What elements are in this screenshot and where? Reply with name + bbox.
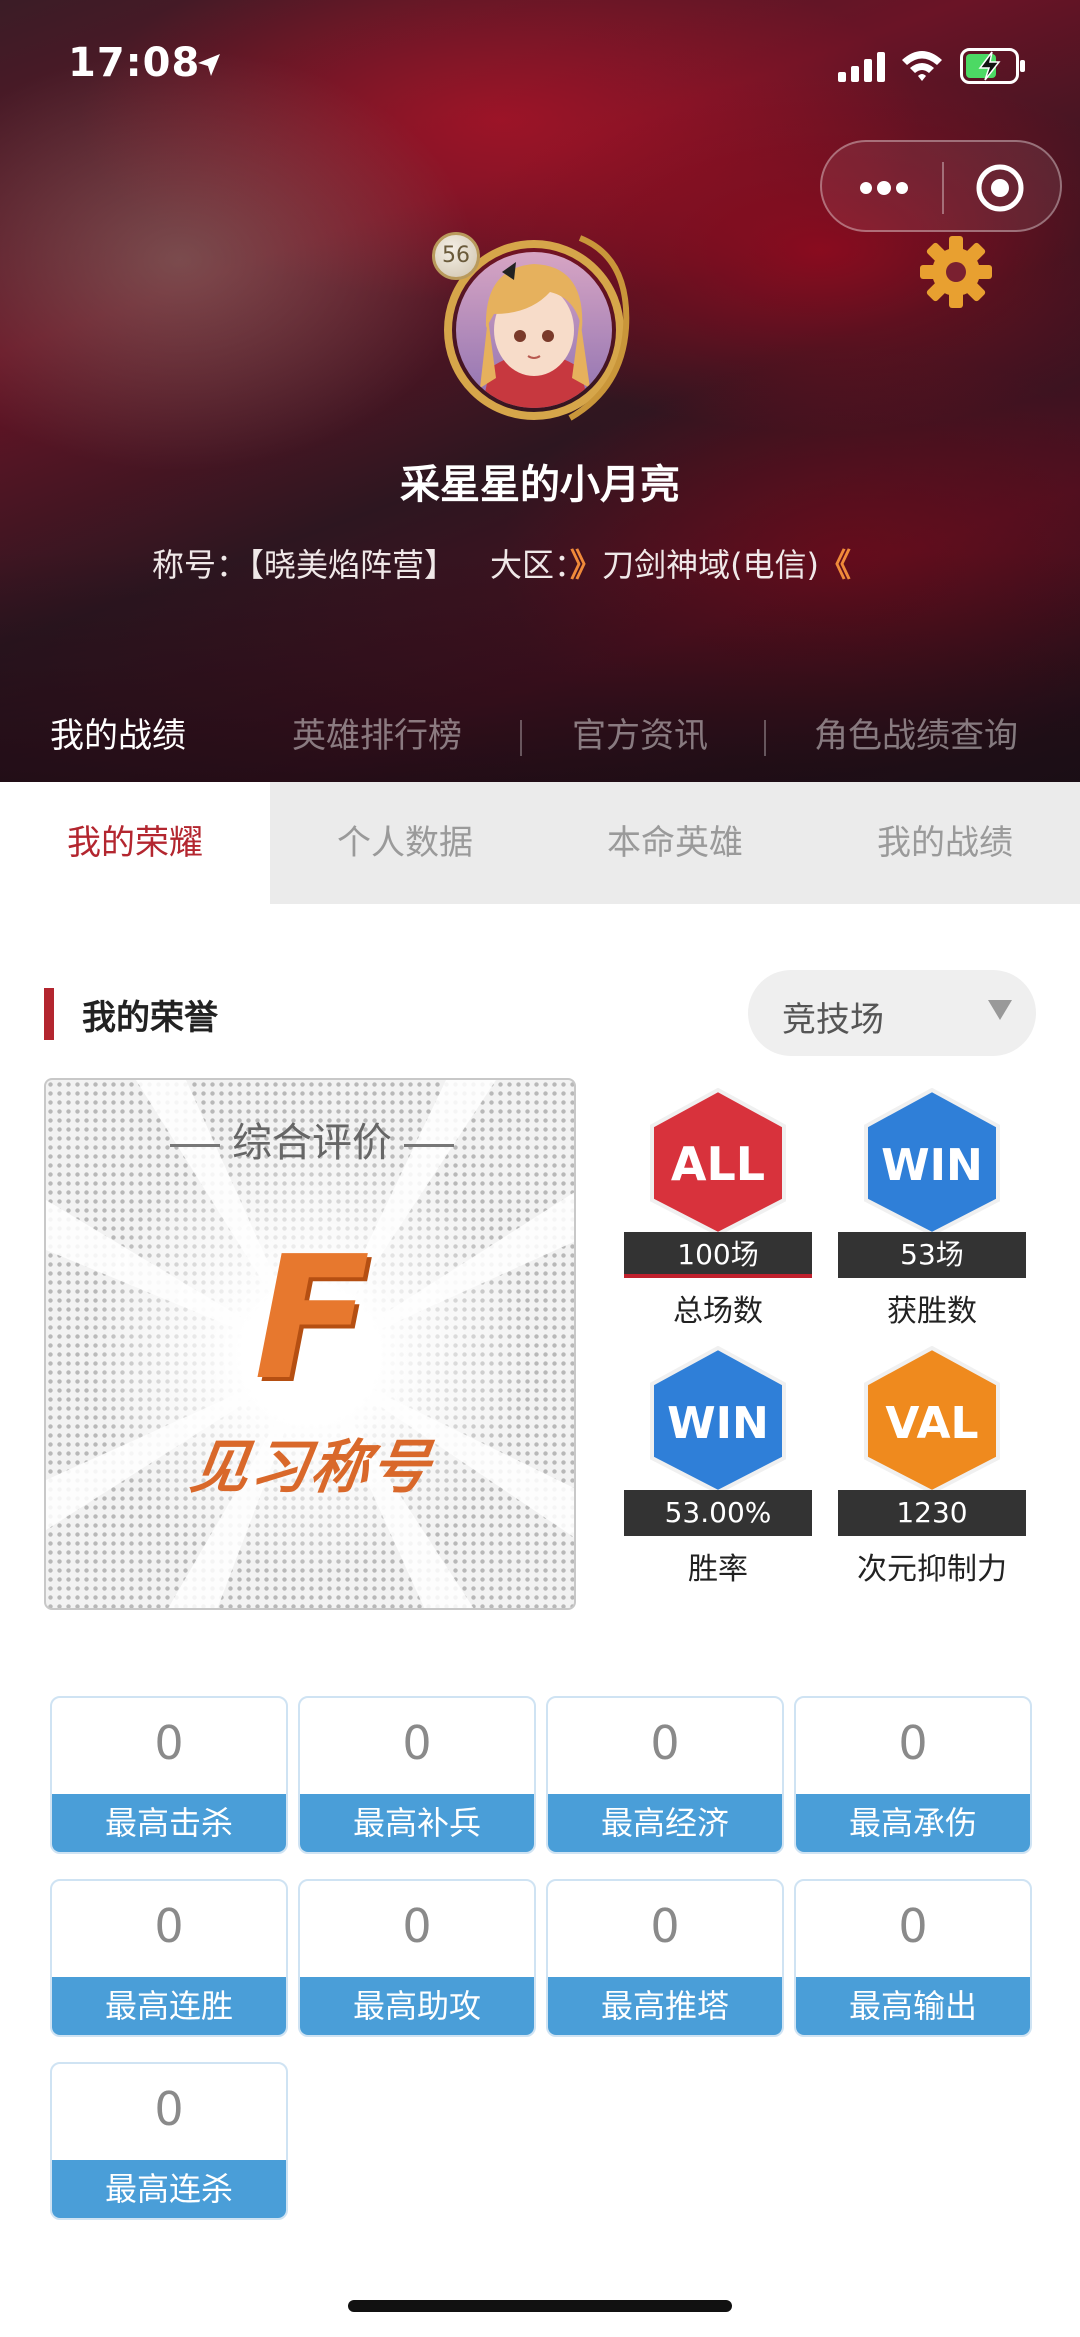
win-badge-icon: WIN: [864, 1088, 1000, 1236]
record-value: 0: [898, 1899, 928, 1953]
record-label: 最高连杀: [52, 2160, 286, 2218]
stat-dimension-suppression: VAL 1230 次元抑制力: [838, 1346, 1026, 1587]
home-indicator: [348, 2300, 732, 2312]
stat-win-rate: WIN 53.00% 胜率: [624, 1346, 812, 1587]
record-label: 最高助攻: [300, 1977, 534, 2035]
evaluation-grade: F: [253, 1220, 371, 1418]
status-bar: 17:08: [0, 0, 1080, 130]
mode-select[interactable]: 竞技场: [748, 970, 1036, 1056]
tab-role-record-query[interactable]: 角色战绩查询: [814, 708, 1018, 757]
record-label: 最高承伤: [796, 1794, 1030, 1852]
wifi-icon: [902, 51, 942, 81]
profile-header: 17:08 56 采星星的小月亮 称号：【晓美焰阵营】 大区：》刀剑神域(电信)…: [0, 0, 1080, 782]
record-label: 最高连胜: [52, 1977, 286, 2035]
badge-text: ALL: [671, 1137, 765, 1191]
more-dots-icon[interactable]: [856, 170, 912, 206]
record-max-kills: 0 最高击杀: [50, 1696, 288, 1854]
evaluation-card: 综合评价 F 见习称号: [44, 1078, 576, 1610]
location-arrow-icon: [198, 54, 220, 76]
badge-text: WIN: [881, 1140, 983, 1191]
evaluation-title: 综合评价: [46, 1110, 574, 1168]
record-label: 最高补兵: [300, 1794, 534, 1852]
record-value: 0: [402, 1716, 432, 1770]
subtab-my-glory[interactable]: 我的荣耀: [0, 782, 270, 904]
stat-wins: WIN 53场 获胜数: [838, 1088, 1026, 1329]
region-right-mark: 《: [819, 546, 852, 584]
subtab-my-record[interactable]: 我的战绩: [810, 782, 1080, 904]
level-badge: 56: [432, 232, 480, 280]
record-value: 0: [154, 1899, 184, 1953]
record-max-towers: 0 最高推塔: [546, 1879, 784, 2037]
status-time: 17:08: [68, 40, 201, 86]
badge-text: WIN: [667, 1398, 769, 1449]
tab-official-news[interactable]: 官方资讯: [572, 708, 708, 757]
stat-label: 次元抑制力: [857, 1552, 1007, 1587]
gear-icon[interactable]: [916, 232, 996, 312]
region-left-mark: 》: [570, 546, 603, 584]
val-badge-icon: VAL: [864, 1346, 1000, 1494]
badge-text: VAL: [885, 1398, 978, 1449]
signal-icon: [838, 52, 885, 82]
subtab-signature-hero[interactable]: 本命英雄: [540, 782, 810, 904]
record-value: 0: [650, 1899, 680, 1953]
battery-charging-icon: [960, 48, 1025, 84]
win-badge-icon: WIN: [650, 1346, 786, 1494]
stat-value: 53场: [838, 1232, 1026, 1278]
section-title: 我的荣誉: [82, 998, 218, 1038]
region-label: 大区：: [490, 546, 571, 584]
record-label: 最高经济: [548, 1794, 782, 1852]
stat-value: 100场: [624, 1232, 812, 1278]
record-max-damage-taken: 0 最高承伤: [794, 1696, 1032, 1854]
section-accent-bar: [44, 988, 54, 1040]
capsule-divider: [942, 162, 944, 214]
stat-label: 胜率: [688, 1552, 748, 1587]
record-value: 0: [650, 1716, 680, 1770]
record-max-win-streak: 0 最高连胜: [50, 1879, 288, 2037]
record-label: 最高输出: [796, 1977, 1030, 2035]
record-value: 0: [154, 1716, 184, 1770]
stat-label: 获胜数: [887, 1294, 977, 1329]
username: 采星星的小月亮: [400, 462, 680, 508]
subtab-personal-data[interactable]: 个人数据: [270, 782, 540, 904]
top-tabs: 我的战绩 英雄排行榜 官方资讯 角色战绩查询: [0, 708, 1080, 768]
evaluation-title-text: 综合评价: [232, 1120, 392, 1166]
record-value: 0: [154, 2082, 184, 2136]
record-max-kill-streak: 0 最高连杀: [50, 2062, 288, 2220]
record-value: 0: [402, 1899, 432, 1953]
record-label: 最高推塔: [548, 1977, 782, 2035]
record-max-assists: 0 最高助攻: [298, 1879, 536, 2037]
record-label: 最高击杀: [52, 1794, 286, 1852]
profile-meta: 称号：【晓美焰阵营】 大区：》刀剑神域(电信)《: [152, 540, 851, 586]
mode-select-value: 竞技场: [782, 1000, 884, 1040]
miniprogram-capsule: [820, 140, 1062, 232]
tab-separator: [764, 720, 766, 756]
tab-separator: [520, 720, 522, 756]
stat-total-matches: ALL 100场 总场数: [624, 1088, 812, 1329]
record-max-last-hits: 0 最高补兵: [298, 1696, 536, 1854]
record-value: 0: [898, 1716, 928, 1770]
all-badge-icon: ALL: [650, 1088, 786, 1236]
stat-label: 总场数: [673, 1294, 763, 1329]
target-icon[interactable]: [974, 162, 1026, 214]
stat-value: 1230: [838, 1490, 1026, 1536]
title-value: 【晓美焰阵营】: [248, 546, 457, 584]
record-max-damage-dealt: 0 最高输出: [794, 1879, 1032, 2037]
stat-value: 53.00%: [624, 1490, 812, 1536]
tab-hero-ranking[interactable]: 英雄排行榜: [292, 708, 462, 757]
region-value: 刀剑神域(电信): [602, 546, 820, 584]
evaluation-rank-title: 见习称号: [186, 1433, 437, 1501]
chevron-down-icon: [988, 1000, 1012, 1020]
tab-my-record[interactable]: 我的战绩: [50, 708, 186, 757]
sub-tabs: 我的荣耀 个人数据 本命英雄 我的战绩: [0, 782, 1080, 904]
title-label: 称号：: [152, 546, 249, 584]
record-max-economy: 0 最高经济: [546, 1696, 784, 1854]
